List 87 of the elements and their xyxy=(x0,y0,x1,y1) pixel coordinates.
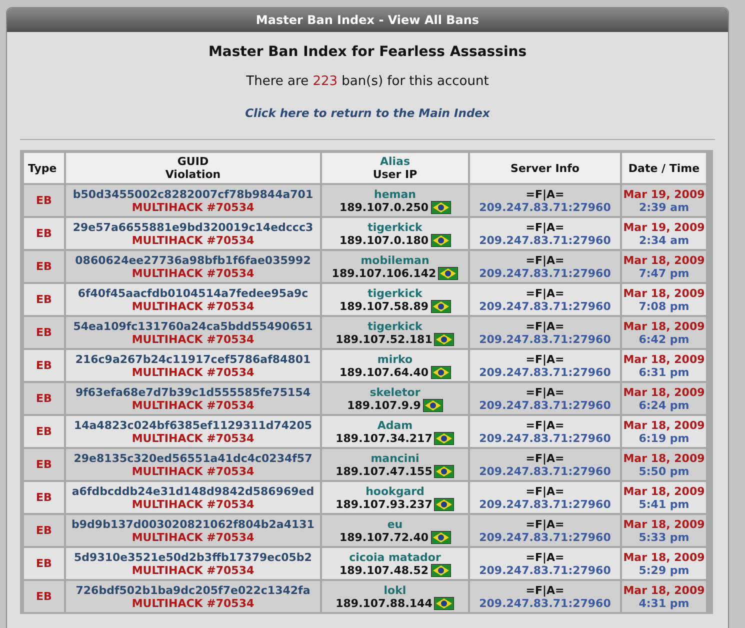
date-cell: Mar 18, 2009 5:41 pm xyxy=(622,482,706,513)
flag-icon xyxy=(422,398,443,412)
server-cell: =F|A= 209.247.83.71:27960 xyxy=(470,416,620,447)
flag-icon xyxy=(434,596,454,610)
flag-icon xyxy=(430,530,451,544)
flag-icon xyxy=(430,564,451,576)
date-cell: Mar 19, 2009 2:39 am xyxy=(622,185,706,216)
guid-cell: 9f63efa68e7d7b39c1d555585fe75154 MULTIHACK #70534 xyxy=(66,383,320,414)
server-cell: =F|A= 209.247.83.71:27960 xyxy=(470,482,620,513)
server-cell: =F|A= 209.247.83.71:27960 xyxy=(470,185,620,216)
flag-icon xyxy=(430,200,451,214)
guid-cell: 726bdf502b1ba9dc205f7e022c1342fa MULTIHACK #70534 xyxy=(66,581,320,612)
column-header: Date / Time xyxy=(622,153,706,183)
server-cell: =F|A= 209.247.83.71:27960 xyxy=(470,251,620,282)
column-header: Alias User IP xyxy=(322,153,468,183)
flag-icon xyxy=(434,332,454,346)
flag-icon xyxy=(430,300,451,312)
guid-cell: 6f40f45aacfdb0104514a7fedee95a9c MULTIHACK #70534 xyxy=(66,284,320,315)
guid-cell: 29e8135c320ed56551a41dc4c0234f57 MULTIHACK #70534 xyxy=(66,449,320,480)
flag-icon xyxy=(434,498,454,510)
alias-cell: tigerkick 189.107.52.181 xyxy=(322,317,468,348)
server-cell: =F|A= 209.247.83.71:27960 xyxy=(470,383,620,414)
type-cell: EB xyxy=(24,482,64,513)
type-cell: EB xyxy=(24,284,64,315)
flag-icon xyxy=(434,464,454,478)
guid-cell: 14a4823c024bf6385ef1129311d74205 MULTIHACK #70534 xyxy=(66,416,320,447)
date-cell: Mar 18, 2009 5:50 pm xyxy=(622,449,706,480)
date-cell: Mar 18, 2009 4:31 pm xyxy=(622,581,706,612)
guid-cell: 54ea109fc131760a24ca5bdd55490651 MULTIHACK #70534 xyxy=(66,317,320,348)
alias-cell: mobileman 189.107.106.142 xyxy=(322,251,468,282)
type-cell: EB xyxy=(24,251,64,282)
alias-cell: heman 189.107.0.250 xyxy=(322,185,468,216)
flag-icon xyxy=(430,366,451,378)
server-cell: =F|A= 209.247.83.71:27960 xyxy=(470,548,620,579)
column-header: Type xyxy=(24,153,64,183)
alias-cell: tigerkick 189.107.0.180 xyxy=(322,218,468,249)
server-cell: =F|A= 209.247.83.71:27960 xyxy=(470,515,620,546)
guid-cell: b9d9b137d003020821062f804b2a4131 MULTIHACK #70534 xyxy=(66,515,320,546)
server-cell: =F|A= 209.247.83.71:27960 xyxy=(470,317,620,348)
alias-cell: cicoia matador 189.107.48.52 xyxy=(322,548,468,579)
server-cell: =F|A= 209.247.83.71:27960 xyxy=(470,449,620,480)
flag-icon xyxy=(438,266,458,280)
alias-cell: tigerkick 189.107.58.89 xyxy=(322,284,468,315)
alias-cell: eu 189.107.72.40 xyxy=(322,515,468,546)
flag-icon xyxy=(434,432,454,444)
window-title: Master Ban Index - View All Bans xyxy=(256,13,480,27)
type-cell: EB xyxy=(24,185,64,216)
summary-text: There are 223 ban(s) for this account xyxy=(246,74,489,89)
guid-cell: b50d3455002c8282007cf78b9844a701 MULTIHACK #70534 xyxy=(66,185,320,216)
type-cell: EB xyxy=(24,218,64,249)
server-cell: =F|A= 209.247.83.71:27960 xyxy=(470,284,620,315)
alias-cell: hookgard 189.107.93.237 xyxy=(322,482,468,513)
alias-cell: mancini 189.107.47.155 xyxy=(322,449,468,480)
date-cell: Mar 19, 2009 2:34 am xyxy=(622,218,706,249)
column-header: GUID Violation xyxy=(66,153,320,183)
guid-cell: 0860624ee27736a98bfb1f6fae035992 MULTIHACK #70534 xyxy=(66,251,320,282)
type-cell: EB xyxy=(24,416,64,447)
guid-cell: 5d9310e3521e50d2b3ffb17379ec05b2 MULTIHACK #70534 xyxy=(66,548,320,579)
date-cell: Mar 18, 2009 6:42 pm xyxy=(622,317,706,348)
date-cell: Mar 18, 2009 5:29 pm xyxy=(622,548,706,579)
date-cell: Mar 18, 2009 5:33 pm xyxy=(622,515,706,546)
guid-cell: 29e57a6655881e9bd320019c14edccc3 MULTIHACK #70534 xyxy=(66,218,320,249)
type-cell: EB xyxy=(24,350,64,381)
type-cell: EB xyxy=(24,317,64,348)
type-cell: EB xyxy=(24,548,64,579)
type-cell: EB xyxy=(24,581,64,612)
alias-cell: skeletor 189.107.9.9 xyxy=(322,383,468,414)
flag-icon xyxy=(430,234,451,246)
type-cell: EB xyxy=(24,515,64,546)
date-cell: Mar 18, 2009 7:08 pm xyxy=(622,284,706,315)
alias-cell: lokl 189.107.88.144 xyxy=(322,581,468,612)
server-cell: =F|A= 209.247.83.71:27960 xyxy=(470,218,620,249)
type-cell: EB xyxy=(24,383,64,414)
server-cell: =F|A= 209.247.83.71:27960 xyxy=(470,581,620,612)
date-cell: Mar 18, 2009 7:47 pm xyxy=(622,251,706,282)
date-cell: Mar 18, 2009 6:31 pm xyxy=(622,350,706,381)
alias-cell: Adam 189.107.34.217 xyxy=(322,416,468,447)
date-cell: Mar 18, 2009 6:24 pm xyxy=(622,383,706,414)
main-index-link[interactable]: Click here to return to the Main Index xyxy=(245,106,490,120)
guid-cell: 216c9a267b24c11917cef5786af84801 MULTIHACK #70534 xyxy=(66,350,320,381)
type-cell: EB xyxy=(24,449,64,480)
alias-cell: mirko 189.107.64.40 xyxy=(322,350,468,381)
page-heading: Master Ban Index for Fearless Assassins xyxy=(207,44,528,60)
date-cell: Mar 18, 2009 6:19 pm xyxy=(622,416,706,447)
server-cell: =F|A= 209.247.83.71:27960 xyxy=(470,350,620,381)
guid-cell: a6fdbcddb24e31d148d9842d586969ed MULTIHACK #70534 xyxy=(66,482,320,513)
column-header: Server Info xyxy=(470,153,620,183)
